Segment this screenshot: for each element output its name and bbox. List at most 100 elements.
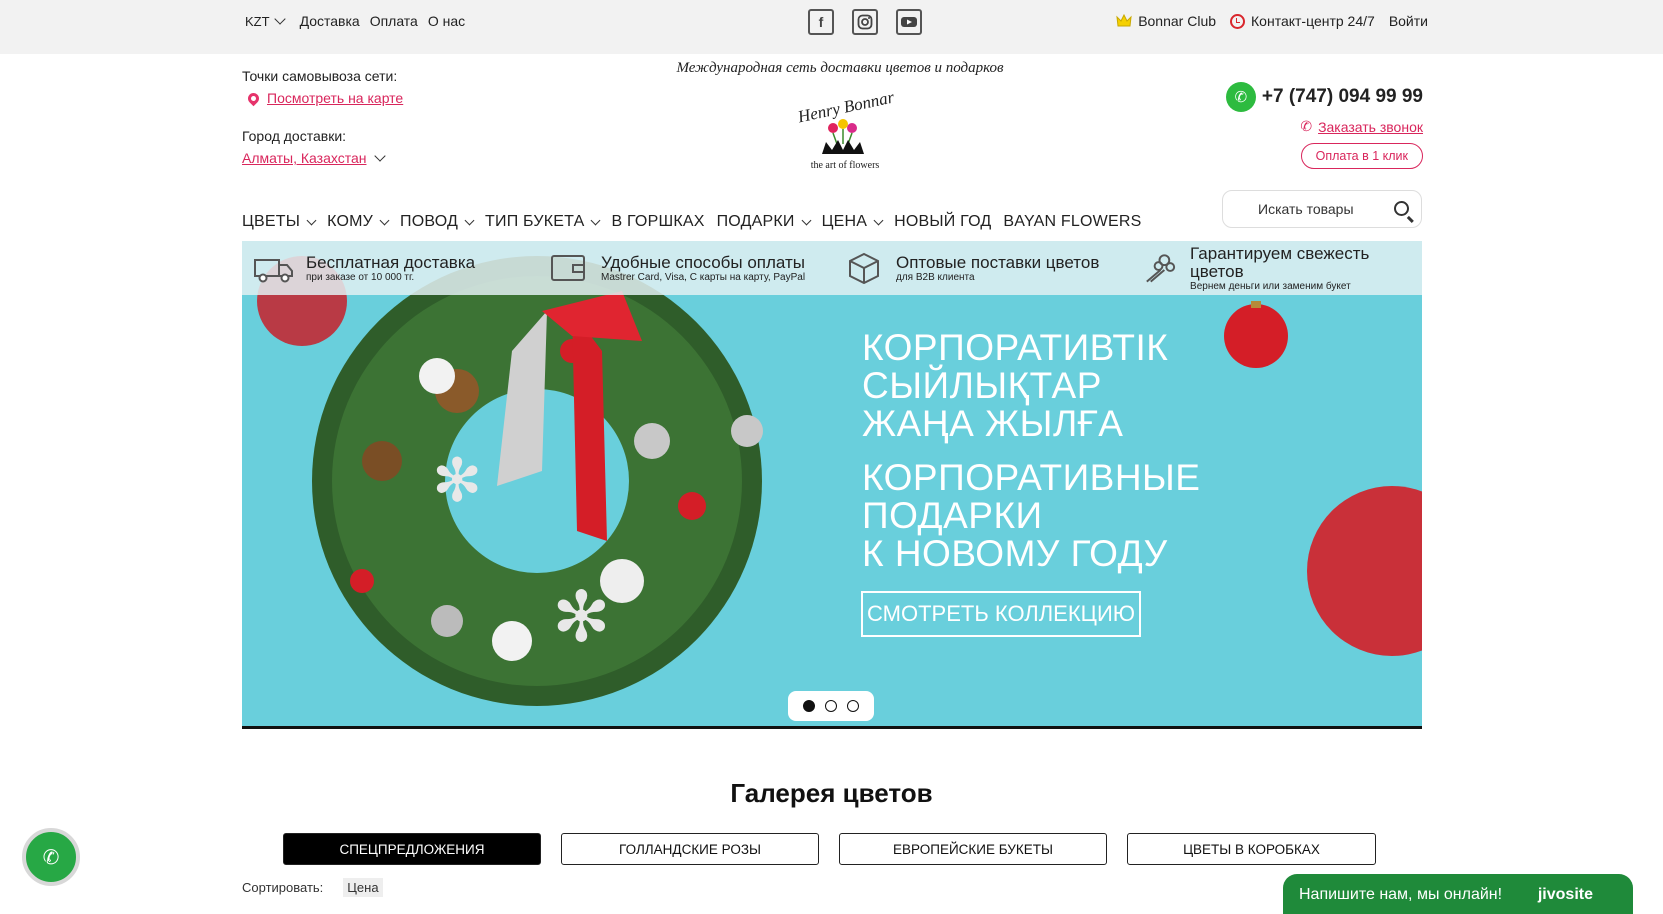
- slide-headline: КОРПОРАТИВТІК СЫЙЛЫҚТАР ЖАҢА ЖЫЛҒА КОРПО…: [862, 329, 1201, 589]
- nav-item-bayan-flowers[interactable]: BAYAN FLOWERS: [1003, 213, 1141, 231]
- map-row: Посмотреть на карте: [242, 90, 403, 106]
- slider-dot-3[interactable]: [847, 700, 859, 712]
- nav-item-gifts[interactable]: ПОДАРКИ: [716, 213, 812, 231]
- sort-bar: Сортировать: Цена: [242, 878, 383, 897]
- one-click-pay-button[interactable]: Оплата в 1 клик: [1300, 143, 1423, 169]
- feature-title: Оптовые поставки цветов: [896, 252, 1100, 272]
- chat-widget[interactable]: Напишите нам, мы онлайн! jivosite: [1283, 874, 1633, 914]
- whatsapp-icon[interactable]: ✆: [1225, 82, 1256, 112]
- bonnar-club-link[interactable]: Bonnar Club: [1116, 13, 1216, 29]
- feature-title: Бесплатная доставка: [306, 252, 476, 272]
- nav-item-price[interactable]: ЦЕНА: [822, 213, 884, 231]
- city-label: Город доставки:: [242, 128, 347, 144]
- slide-ru-line: ПОДАРКИ: [862, 495, 1043, 536]
- callback-link[interactable]: Заказать звонок: [1318, 119, 1423, 135]
- phone-icon: ✆: [1300, 118, 1313, 134]
- feature-wholesale: Оптовые поставки цветов для B2B клиента: [832, 241, 1127, 295]
- nav-item-label: ЦВЕТЫ: [242, 213, 301, 230]
- chevron-down-icon: [306, 215, 317, 225]
- logo-subtitle: the art of flowers: [811, 160, 880, 171]
- nav-item-new-year[interactable]: НОВЫЙ ГОД: [894, 213, 991, 231]
- features-bar: Бесплатная доставка при заказе от 10 000…: [242, 241, 1422, 295]
- sort-price-option[interactable]: Цена: [343, 878, 383, 897]
- nav-item-label: ПОДАРКИ: [716, 213, 795, 230]
- slider-dot-1[interactable]: [803, 700, 815, 712]
- city-value[interactable]: Алматы, Казахстан: [242, 150, 366, 166]
- search-input[interactable]: Искать товары: [1222, 190, 1422, 228]
- nav-item-label: BAYAN FLOWERS: [1003, 213, 1142, 230]
- feature-sub: Mastrer Card, Visa, С карты на карту, Pa…: [601, 271, 806, 283]
- slide-ru-line: КОРПОРАТИВНЫЕ: [862, 457, 1201, 498]
- whatsapp-float-button[interactable]: ✆: [22, 828, 80, 886]
- currency-label: KZT: [245, 13, 270, 29]
- slider-dots: [788, 691, 874, 721]
- truck-icon: [254, 259, 293, 283]
- top-link-about[interactable]: О нас: [428, 13, 465, 29]
- search-icon[interactable]: [1394, 201, 1409, 216]
- clock-icon: [1230, 13, 1246, 29]
- wreath-image: ✻ ✻: [257, 256, 1422, 706]
- nav-item-label: ПОВОД: [400, 213, 459, 230]
- top-link-delivery[interactable]: Доставка: [300, 13, 360, 29]
- feature-payment-methods: Удобные способы оплаты Mastrer Card, Vis…: [537, 241, 832, 295]
- instagram-icon[interactable]: [852, 9, 878, 35]
- feature-free-delivery: Бесплатная доставка при заказе от 10 000…: [242, 241, 537, 295]
- top-link-payment[interactable]: Оплата: [370, 13, 418, 29]
- city-select[interactable]: Алматы, Казахстан: [242, 150, 403, 166]
- facebook-icon[interactable]: f: [808, 9, 834, 35]
- tab-special-offers[interactable]: СПЕЦПРЕДЛОЖЕНИЯ: [283, 833, 541, 865]
- youtube-icon[interactable]: [896, 9, 922, 35]
- chevron-down-icon: [591, 215, 601, 225]
- slide-ru-block: КОРПОРАТИВНЫЕ ПОДАРКИ К НОВОМУ ГОДУ: [862, 459, 1201, 573]
- search-placeholder: Искать товары: [1258, 201, 1354, 217]
- bouquet-icon: [1146, 254, 1176, 283]
- view-collection-button[interactable]: СМОТРЕТЬ КОЛЛЕКЦИЮ: [861, 591, 1141, 637]
- feature-sub: Вернем деньги или заменим букет: [1190, 280, 1351, 292]
- login-link[interactable]: Войти: [1389, 13, 1428, 29]
- nav-item-label: ТИП БУКЕТА: [485, 213, 585, 230]
- slide-kz-line: ЖАҢА ЖЫЛҒА: [862, 403, 1124, 444]
- feature-title: Удобные способы оплаты: [601, 252, 806, 272]
- top-bar-right: Bonnar Club Контакт-центр 24/7 Войти: [1116, 13, 1428, 29]
- nav-item-occasion[interactable]: ПОВОД: [400, 213, 475, 231]
- svg-text:✻: ✻: [432, 447, 482, 514]
- chevron-down-icon: [801, 215, 812, 225]
- feature-sub: для B2B клиента: [896, 271, 975, 283]
- header-left: Точки самовывоза сети: Посмотреть на кар…: [242, 68, 403, 166]
- nav-item-whom[interactable]: КОМУ: [327, 213, 390, 231]
- nav-item-flowers[interactable]: ЦВЕТЫ: [242, 213, 317, 231]
- sort-label: Сортировать:: [242, 880, 324, 895]
- wallet-icon: [551, 255, 585, 281]
- tab-flowers-in-boxes[interactable]: ЦВЕТЫ В КОРОБКАХ: [1127, 833, 1376, 865]
- top-bar: KZT Доставка Оплата О нас f Bonnar Club …: [0, 0, 1663, 54]
- map-pin-icon: [245, 90, 262, 106]
- slider-dot-2[interactable]: [825, 700, 837, 712]
- feature-freshness: Гарантируем свежесть цветов Вернем деньг…: [1127, 241, 1422, 295]
- hero-banner[interactable]: ✻ ✻ Бесплатная доставка при заказе от 10…: [242, 241, 1422, 729]
- phone-row: ✆ +7 (747) 094 99 99: [1225, 82, 1423, 112]
- callback-row: ✆ Заказать звонок: [1226, 118, 1423, 135]
- pickup-label: Точки самовывоза сети:: [242, 68, 398, 84]
- contact-center-label: Контакт-центр 24/7: [1251, 13, 1375, 29]
- crown-icon: [1116, 14, 1132, 27]
- tab-european-bouquets[interactable]: ЕВРОПЕЙСКИЕ БУКЕТЫ: [839, 833, 1107, 865]
- chevron-down-icon: [273, 13, 286, 25]
- feature-title: Гарантируем свежесть цветов: [1190, 243, 1370, 281]
- chevron-down-icon: [374, 150, 387, 162]
- slide-kz-line: КОРПОРАТИВТІК: [862, 327, 1169, 368]
- nav-item-label: НОВЫЙ ГОД: [894, 213, 992, 230]
- chat-brand: jivosite: [1537, 886, 1593, 903]
- map-link[interactable]: Посмотреть на карте: [267, 90, 403, 106]
- contact-center-link[interactable]: Контакт-центр 24/7: [1230, 13, 1375, 29]
- nav-item-potted[interactable]: В ГОРШКАХ: [611, 213, 704, 231]
- currency-select[interactable]: KZT: [245, 13, 286, 29]
- logo[interactable]: Henry Bonnar the art of flowers: [790, 84, 900, 176]
- chat-text: Напишите нам, мы онлайн!: [1299, 886, 1503, 903]
- top-bar-left: KZT Доставка Оплата О нас: [245, 13, 475, 29]
- slide-ru-line: К НОВОМУ ГОДУ: [862, 533, 1168, 574]
- nav-item-label: КОМУ: [327, 213, 374, 230]
- gallery-title: Галерея цветов: [730, 778, 933, 808]
- nav-item-bouquet-type[interactable]: ТИП БУКЕТА: [485, 213, 601, 231]
- phone-number[interactable]: +7 (747) 094 99 99: [1262, 86, 1423, 108]
- tab-dutch-roses[interactable]: ГОЛЛАНДСКИЕ РОЗЫ: [561, 833, 819, 865]
